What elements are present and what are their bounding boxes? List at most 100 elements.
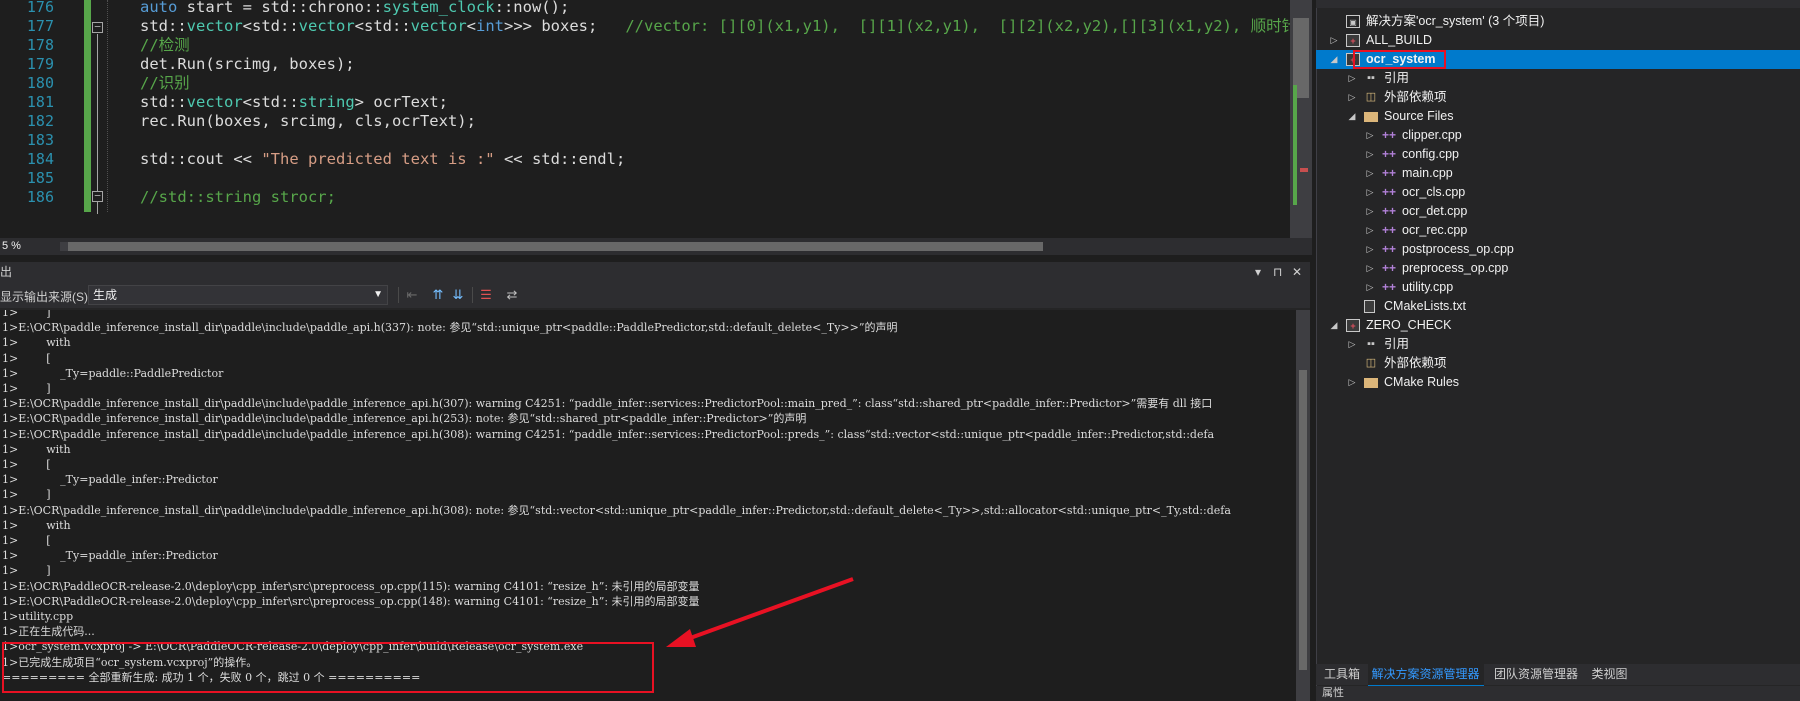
log-line: 1> [	[2, 534, 51, 547]
word-wrap-icon[interactable]: ⇄	[504, 287, 520, 303]
code-token: << std::endl;	[494, 150, 626, 168]
zoom-level[interactable]: 5 %	[0, 238, 21, 255]
tool-window-tab[interactable]: 类视图	[1588, 664, 1632, 685]
tree-item-label: config.cpp	[1402, 147, 1459, 161]
tree-item[interactable]: ▷ ◫ 外部依赖项	[1316, 88, 1800, 107]
tree-item-label: ocr_det.cpp	[1402, 204, 1468, 218]
cpp-file-icon: ++	[1382, 261, 1397, 275]
output-vertical-scrollbar[interactable]	[1296, 310, 1310, 701]
tree-item[interactable]: ◢ + ZERO_CHECK	[1316, 316, 1800, 335]
tree-item[interactable]: ▷ ++ utility.cpp	[1316, 278, 1800, 297]
expand-arrow-icon[interactable]: ▷	[1364, 278, 1376, 297]
tree-item[interactable]: ▷ ▪▪ 引用	[1316, 69, 1800, 88]
clear-all-icon[interactable]: ☰	[478, 287, 494, 303]
collapse-arrow-icon[interactable]: ◢	[1328, 50, 1340, 69]
tree-item[interactable]: ▷ ++ main.cpp	[1316, 164, 1800, 183]
expand-arrow-icon[interactable]: ▷	[1346, 373, 1358, 392]
tree-item[interactable]: ▷ + ALL_BUILD	[1316, 31, 1800, 50]
expand-arrow-icon[interactable]: ▷	[1364, 183, 1376, 202]
fold-toggle-icon[interactable]: −	[92, 21, 103, 33]
tree-item[interactable]: ▷ ++ ocr_rec.cpp	[1316, 221, 1800, 240]
code-token: //检测	[140, 36, 190, 54]
cpp-file-icon: ++	[1382, 166, 1397, 180]
log-line: 1> ]	[2, 382, 51, 395]
solution-icon: ▣	[1346, 15, 1360, 28]
log-line: 1> ]	[2, 564, 51, 578]
tree-item[interactable]: ◫ 外部依赖项	[1316, 354, 1800, 373]
close-icon[interactable]: ✕	[1292, 262, 1302, 282]
code-token: //std::string strocr;	[140, 188, 336, 206]
tool-window-tab[interactable]: 团队资源管理器	[1490, 664, 1582, 685]
tree-item-label: clipper.cpp	[1402, 128, 1462, 142]
expand-arrow-icon[interactable]: ▷	[1328, 31, 1340, 50]
code-token: <std::	[242, 93, 299, 111]
output-source-select[interactable]: 生成 ▼	[88, 285, 388, 305]
expand-arrow-icon[interactable]: ▷	[1346, 335, 1358, 354]
editor-horizontal-scrollbar[interactable]	[60, 242, 1043, 251]
code-editor[interactable]: 176 auto start = std::chrono::system_cloc…	[0, 0, 1312, 238]
next-message-icon[interactable]: ⇊	[450, 287, 466, 303]
code-token: int	[476, 17, 505, 35]
reference-icon: ▪▪	[1367, 338, 1375, 350]
collapse-arrow-icon[interactable]: ◢	[1346, 107, 1358, 126]
expand-arrow-icon[interactable]: ▷	[1364, 240, 1376, 259]
fold-toggle-icon[interactable]: −	[92, 190, 103, 202]
log-line: 1> with	[2, 442, 71, 456]
expand-arrow-icon[interactable]: ▷	[1364, 202, 1376, 221]
properties-panel-header[interactable]: 属性	[1316, 686, 1800, 701]
expand-arrow-icon[interactable]: ▷	[1364, 164, 1376, 183]
log-line: 1> [	[2, 351, 51, 365]
expand-arrow-icon[interactable]: ▷	[1364, 126, 1376, 145]
project-highlight	[1353, 50, 1446, 69]
tree-item[interactable]: ▣ 解决方案'ocr_system' (3 个项目)	[1316, 12, 1800, 31]
tree-item-label: 引用	[1384, 337, 1410, 351]
cpp-file-icon: ++	[1382, 223, 1397, 237]
source-value: 生成	[93, 288, 118, 302]
tree-item[interactable]: ▷ CMake Rules	[1316, 373, 1800, 392]
tree-item[interactable]: ▷ ++ preprocess_op.cpp	[1316, 259, 1800, 278]
toolbar-separator	[398, 287, 399, 303]
tree-item[interactable]: ▷ ▪▪ 引用	[1316, 335, 1800, 354]
tree-item[interactable]: ▷ ++ postprocess_op.cpp	[1316, 240, 1800, 259]
code-line[interactable]: 186 //std::string strocr;	[0, 186, 1290, 208]
chevron-down-icon: ▼	[373, 289, 383, 300]
editor-footer: 5 %	[0, 238, 1312, 255]
tree-item[interactable]: ▷ ++ ocr_det.cpp	[1316, 202, 1800, 221]
external-deps-icon: ◫	[1365, 91, 1377, 103]
log-line: 1>E:\OCR\paddle_inference_install_dir\pa…	[2, 427, 1215, 441]
expand-arrow-icon[interactable]: ▷	[1346, 69, 1358, 88]
tree-item[interactable]: ◢ Source Files	[1316, 107, 1800, 126]
tool-window-tab[interactable]: 工具箱	[1320, 664, 1364, 685]
expand-arrow-icon[interactable]: ▷	[1346, 88, 1358, 107]
external-deps-icon: ◫	[1365, 357, 1377, 369]
folder-icon	[1364, 378, 1378, 388]
panel-menu-icon[interactable]: ▾	[1255, 262, 1261, 282]
tree-item-label: CMake Rules	[1384, 375, 1460, 389]
scrollbar-thumb[interactable]	[68, 242, 1043, 251]
tree-item[interactable]: CMakeLists.txt	[1316, 297, 1800, 316]
code-token: > ocrText;	[354, 93, 448, 111]
expand-arrow-icon[interactable]: ▷	[1364, 145, 1376, 164]
tree-item-label: ocr_cls.cpp	[1402, 185, 1466, 199]
scrollbar-thumb[interactable]	[1299, 370, 1307, 670]
solution-explorer-header	[1316, 0, 1800, 8]
pin-icon[interactable]: ⊓	[1273, 262, 1282, 282]
expand-arrow-icon[interactable]: ▷	[1364, 221, 1376, 240]
code-token: "The predicted text is :"	[261, 150, 495, 168]
tree-item[interactable]: ▷ ++ config.cpp	[1316, 145, 1800, 164]
previous-message-icon[interactable]: ⇈	[430, 287, 446, 303]
expand-arrow-icon[interactable]: ▷	[1364, 259, 1376, 278]
tool-window-tab[interactable]: 解决方案资源管理器	[1367, 664, 1484, 687]
tree-item-label: 外部依赖项	[1384, 90, 1447, 104]
tree-item[interactable]: ▷ ++ ocr_cls.cpp	[1316, 183, 1800, 202]
editor-vertical-scrollbar[interactable]	[1290, 0, 1312, 238]
tree-item-label: 解决方案'ocr_system' (3 个项目)	[1366, 14, 1545, 28]
collapse-arrow-icon[interactable]: ◢	[1328, 316, 1340, 335]
tree-item[interactable]: ▷ ++ clipper.cpp	[1316, 126, 1800, 145]
log-line: 1>E:\OCR\paddle_inference_install_dir\pa…	[2, 412, 807, 426]
find-message-icon[interactable]: ⇤	[404, 287, 420, 303]
code-token: >>> boxes;	[504, 17, 626, 35]
log-line: 1>E:\OCR\PaddleOCR-release-2.0\deploy\cp…	[2, 579, 700, 593]
tree-item-label: ZERO_CHECK	[1366, 318, 1452, 332]
cpp-file-icon: ++	[1382, 185, 1397, 199]
